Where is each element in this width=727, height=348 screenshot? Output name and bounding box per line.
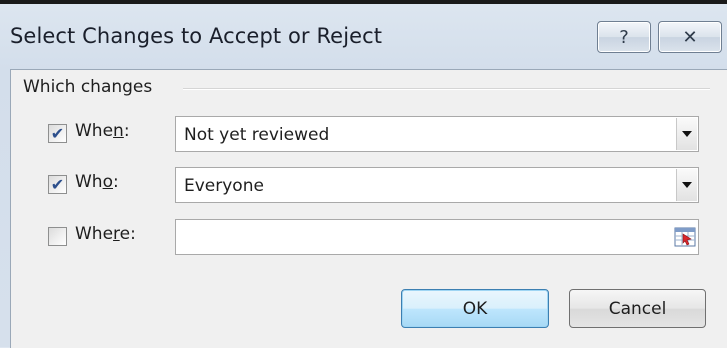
checkmark-icon: ✔ <box>50 174 65 194</box>
chevron-down-icon <box>682 182 692 188</box>
checkmark-icon: ✔ <box>50 123 65 143</box>
group-divider <box>183 88 710 90</box>
help-button[interactable]: ? <box>597 21 651 53</box>
dialog-title: Select Changes to Accept or Reject <box>10 24 383 48</box>
cancel-button[interactable]: Cancel <box>569 289 706 328</box>
window-edge <box>0 0 727 4</box>
who-dropdown-button[interactable] <box>676 169 697 201</box>
close-icon: ✕ <box>682 26 698 48</box>
close-button[interactable]: ✕ <box>658 21 722 53</box>
who-checkbox[interactable]: ✔ <box>48 175 67 194</box>
when-label[interactable]: When: <box>75 121 130 141</box>
who-value: Everyone <box>184 176 264 196</box>
where-checkbox[interactable] <box>48 227 67 246</box>
who-label[interactable]: Who: <box>75 172 119 192</box>
where-range-input[interactable] <box>175 219 699 255</box>
who-dropdown[interactable]: Everyone <box>175 167 699 203</box>
group-label: Which changes <box>23 77 153 97</box>
collapse-dialog-icon <box>674 227 696 247</box>
when-dropdown[interactable]: Not yet reviewed <box>175 116 699 152</box>
when-dropdown-button[interactable] <box>676 118 697 150</box>
question-mark-icon: ? <box>619 26 629 48</box>
when-checkbox[interactable]: ✔ <box>48 124 67 143</box>
dialog-window: Select Changes to Accept or Reject ? ✕ W… <box>0 0 727 348</box>
chevron-down-icon <box>682 131 692 137</box>
ok-button[interactable]: OK <box>401 289 549 328</box>
collapse-dialog-button[interactable] <box>674 223 696 251</box>
when-value: Not yet reviewed <box>184 125 330 145</box>
where-label[interactable]: Where: <box>75 224 136 244</box>
